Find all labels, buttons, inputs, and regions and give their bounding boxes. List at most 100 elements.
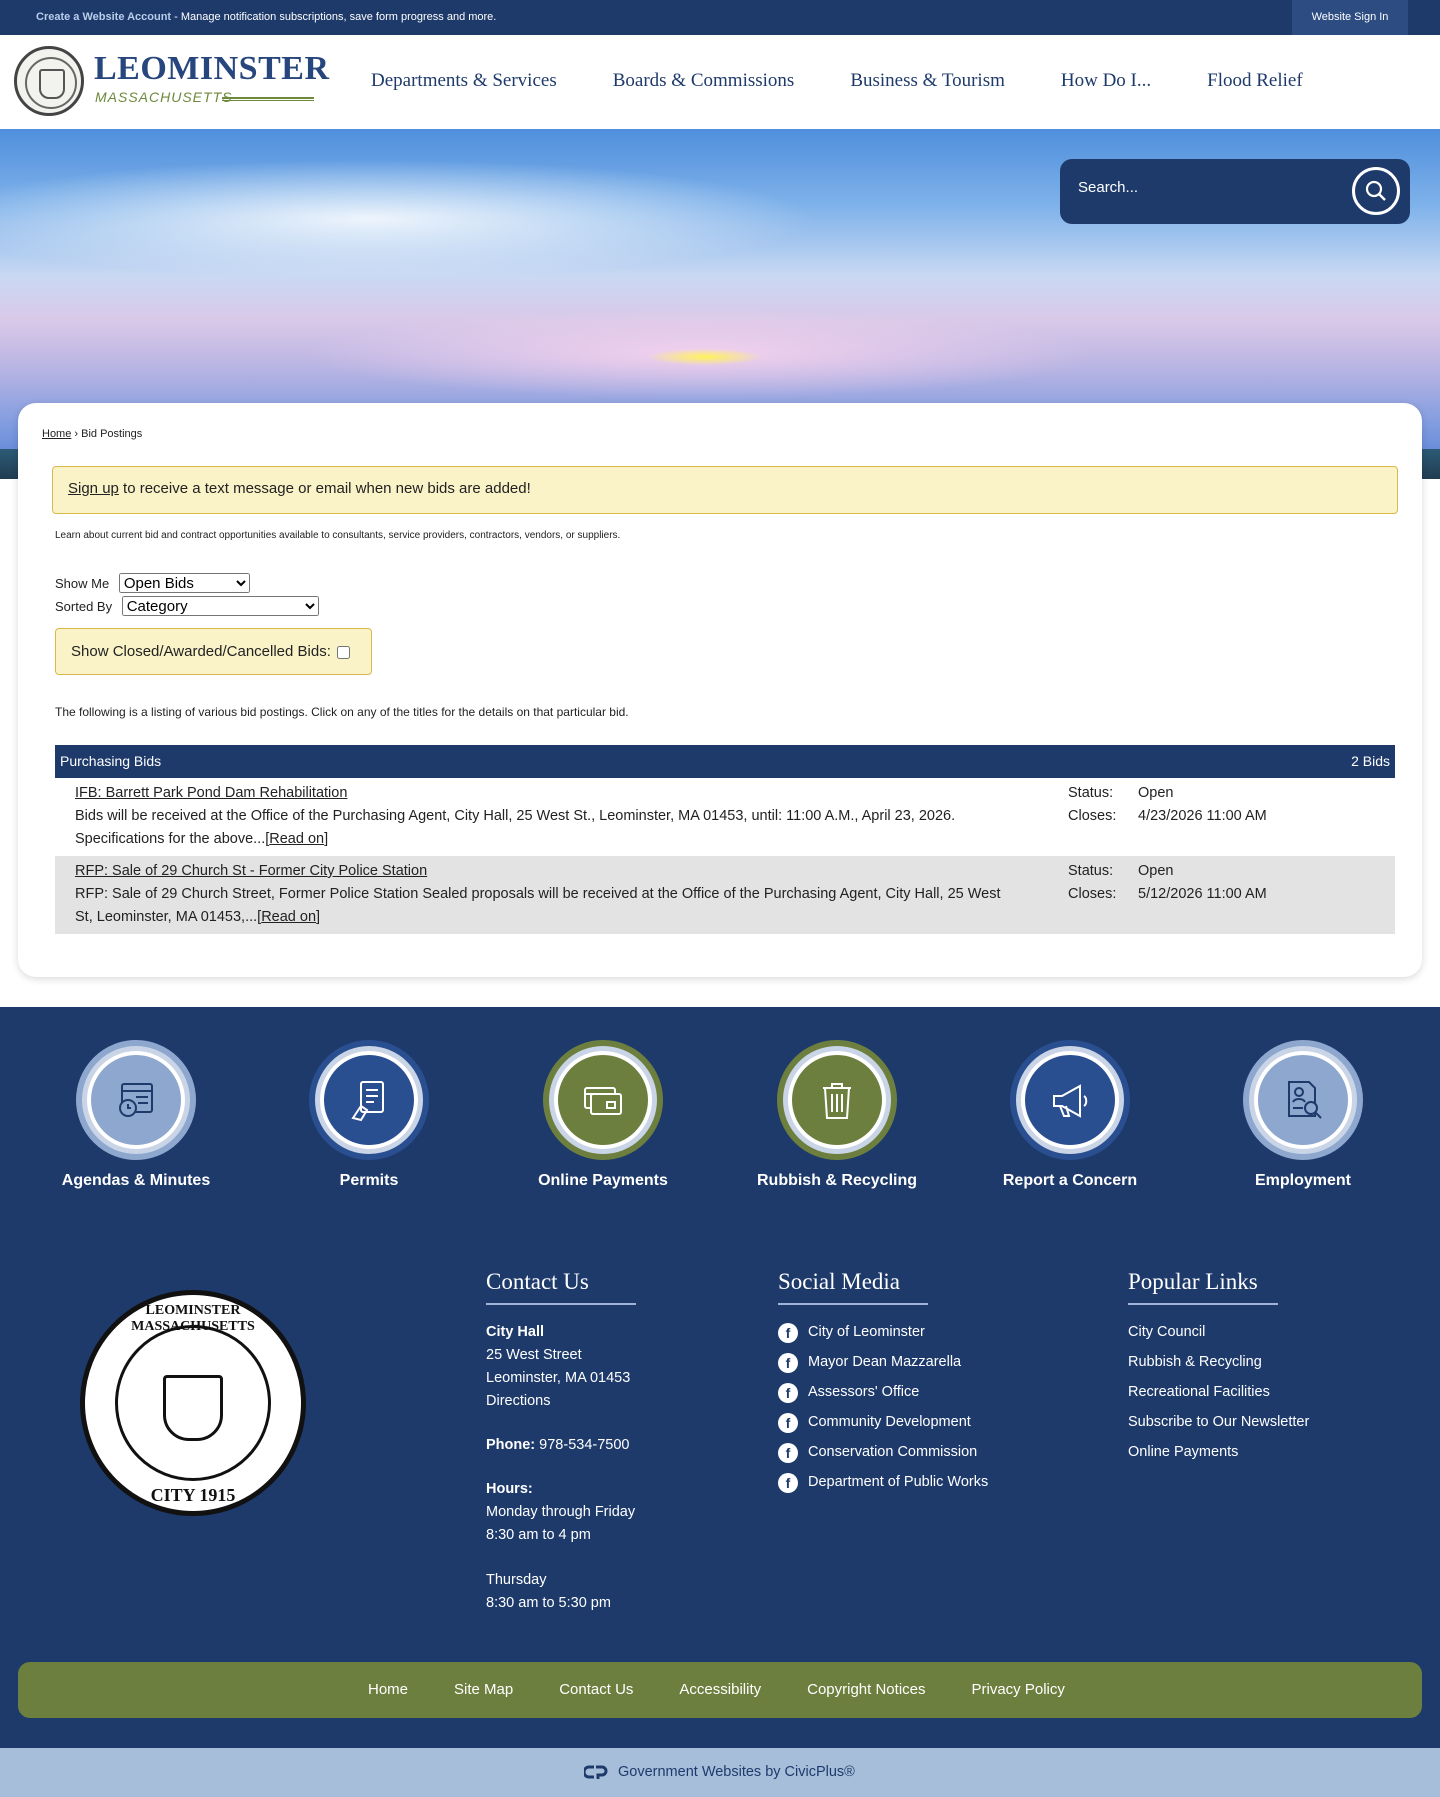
hours-line: 8:30 am to 5:30 pm — [486, 1595, 611, 1611]
social-link[interactable]: City of Leominster — [808, 1321, 925, 1344]
quick-link-inner — [788, 1051, 886, 1149]
quick-link-circle — [777, 1040, 897, 1160]
bid-read-on-link[interactable]: Read on — [269, 831, 324, 847]
search-button[interactable] — [1352, 167, 1400, 215]
social-link[interactable]: Department of Public Works — [808, 1471, 988, 1494]
civicplus-link[interactable]: Government Websites by CivicPlus® — [618, 1764, 855, 1780]
social-item[interactable]: f Community Development — [778, 1411, 988, 1434]
bid-meta: Status: Open Closes: 4/23/2026 11:00 AM — [1068, 782, 1267, 828]
bid-title-link[interactable]: IFB: Barrett Park Pond Dam Rehabilitatio… — [75, 785, 347, 801]
signup-notice: Sign up to receive a text message or ema… — [52, 466, 1398, 514]
bids-category-title: Purchasing Bids — [60, 753, 162, 769]
nav-departments[interactable]: Departments & Services — [371, 70, 557, 92]
bid-description-block: RFP: Sale of 29 Church St - Former City … — [75, 863, 1001, 925]
site-logo[interactable]: LEOMINSTER MASSACHUSETTS — [14, 46, 329, 116]
bid-row: RFP: Sale of 29 Church St - Former City … — [55, 856, 1395, 934]
breadcrumb-current: Bid Postings — [81, 428, 143, 440]
popular-heading: Popular Links — [1128, 1270, 1278, 1305]
bid-status-label: Status: — [1068, 785, 1114, 801]
city-seal-large: LEOMINSTER MASSACHUSETTS CITY 1915 — [80, 1290, 306, 1516]
footer-nav-home[interactable]: Home — [368, 1681, 408, 1698]
quick-link-rubbish[interactable]: Rubbish & Recycling — [722, 1040, 952, 1190]
social-item[interactable]: f Department of Public Works — [778, 1471, 988, 1494]
quick-link-report-concern[interactable]: Report a Concern — [955, 1040, 1185, 1190]
account-message: Create a Website Account - Manage notifi… — [36, 11, 496, 23]
sorted-by-label: Sorted By — [55, 599, 113, 614]
show-me-label: Show Me — [55, 576, 110, 591]
listing-note: The following is a listing of various bi… — [55, 705, 629, 719]
show-me-select[interactable]: Open Bids — [118, 573, 250, 593]
social-item[interactable]: f City of Leominster — [778, 1321, 988, 1344]
social-item[interactable]: f Conservation Commission — [778, 1441, 988, 1464]
bid-closes-label: Closes: — [1068, 808, 1117, 824]
quick-link-employment[interactable]: Employment — [1188, 1040, 1418, 1190]
footer-nav-privacy[interactable]: Privacy Policy — [972, 1681, 1065, 1698]
footer-social: Social Media f City of Leominster f Mayor … — [778, 1270, 988, 1501]
intro-text: Learn about current bid and contract opp… — [55, 530, 621, 541]
footer-nav: Home Site Map Contact Us Accessibility C… — [18, 1662, 1422, 1718]
top-bar: Create a Website Account - Manage notifi… — [0, 0, 1440, 35]
facebook-icon: f — [778, 1352, 798, 1373]
bid-status: Open — [1138, 863, 1174, 879]
contact-name: City Hall — [486, 1324, 545, 1340]
quick-link-circle — [1010, 1040, 1130, 1160]
quick-link-circle — [543, 1040, 663, 1160]
create-account-link[interactable]: Create a Website Account — [36, 11, 171, 23]
facebook-icon: f — [778, 1472, 798, 1493]
logo-divider — [222, 97, 314, 101]
credit-bar: Government Websites by CivicPlus® — [0, 1748, 1440, 1797]
quick-link-label: Online Payments — [538, 1172, 668, 1189]
social-link[interactable]: Assessors' Office — [808, 1381, 919, 1404]
popular-link[interactable]: Rubbish & Recycling — [1128, 1354, 1262, 1370]
breadcrumb-separator: › — [71, 428, 82, 440]
quick-link-online-payments[interactable]: Online Payments — [488, 1040, 718, 1190]
signup-text: to receive a text message or email when … — [118, 480, 531, 497]
social-link[interactable]: Conservation Commission — [808, 1441, 977, 1464]
quick-link-agendas[interactable]: Agendas & Minutes — [21, 1040, 251, 1190]
show-closed-checkbox[interactable] — [336, 645, 350, 659]
directions-link[interactable]: Directions — [486, 1393, 550, 1409]
search-input[interactable] — [1078, 179, 1338, 196]
nav-flood-relief[interactable]: Flood Relief — [1207, 70, 1303, 92]
quick-link-inner — [87, 1051, 185, 1149]
quick-link-permits[interactable]: Permits — [254, 1040, 484, 1190]
bid-meta: Status: Open Closes: 5/12/2026 11:00 AM — [1068, 860, 1267, 906]
popular-link[interactable]: Recreational Facilities — [1128, 1384, 1270, 1400]
bid-closes: 5/12/2026 11:00 AM — [1138, 886, 1267, 902]
footer-nav-copyright[interactable]: Copyright Notices — [807, 1681, 925, 1698]
hours-line: Monday through Friday — [486, 1504, 636, 1520]
hours-line: 8:30 am to 4 pm — [486, 1527, 591, 1543]
popular-link[interactable]: Subscribe to Our Newsletter — [1128, 1414, 1309, 1430]
footer-nav-site-map[interactable]: Site Map — [454, 1681, 513, 1698]
seal-bottom-text: CITY 1915 — [150, 1485, 236, 1505]
bid-read-on-link[interactable]: Read on — [261, 909, 316, 925]
footer-nav-contact[interactable]: Contact Us — [559, 1681, 633, 1698]
footer-nav-accessibility[interactable]: Accessibility — [679, 1681, 761, 1698]
city-seal-icon — [14, 46, 84, 116]
show-me-filter: Show Me Open Bids — [55, 573, 250, 593]
breadcrumb-home[interactable]: Home — [42, 428, 71, 440]
phone-label: Phone: — [486, 1437, 536, 1453]
social-item[interactable]: f Mayor Dean Mazzarella — [778, 1351, 988, 1374]
hours-label: Hours: — [486, 1481, 533, 1497]
nav-business[interactable]: Business & Tourism — [850, 70, 1005, 92]
sign-in-button[interactable]: Website Sign In — [1292, 0, 1408, 35]
bids-category-header: Purchasing Bids 2 Bids — [55, 745, 1395, 778]
nav-how-do-i[interactable]: How Do I... — [1061, 70, 1151, 92]
hours-line: Thursday — [486, 1572, 547, 1588]
signup-link[interactable]: Sign up — [68, 480, 119, 497]
quick-link-inner — [320, 1051, 418, 1149]
popular-link[interactable]: Online Payments — [1128, 1444, 1238, 1460]
contact-phone: 978-534-7500 — [535, 1437, 630, 1453]
quick-link-label: Permits — [339, 1172, 399, 1189]
social-link[interactable]: Community Development — [808, 1411, 971, 1434]
bid-closes-label: Closes: — [1068, 886, 1117, 902]
social-link[interactable]: Mayor Dean Mazzarella — [808, 1351, 961, 1374]
sorted-by-select[interactable]: Category — [121, 596, 319, 616]
popular-link[interactable]: City Council — [1128, 1324, 1205, 1340]
main-nav: Departments & Services Boards & Commissi… — [371, 70, 1303, 92]
bid-title-link[interactable]: RFP: Sale of 29 Church St - Former City … — [75, 863, 427, 879]
nav-boards[interactable]: Boards & Commissions — [613, 70, 795, 92]
civicplus-logo-icon — [584, 1765, 608, 1779]
social-item[interactable]: f Assessors' Office — [778, 1381, 988, 1404]
